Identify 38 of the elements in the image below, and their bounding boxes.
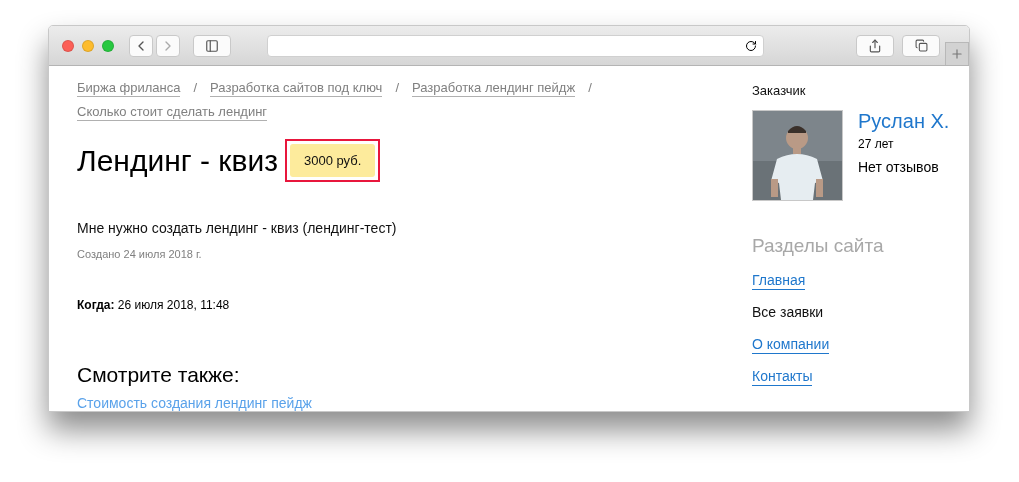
breadcrumb-link[interactable]: Сколько стоит сделать лендинг — [77, 103, 268, 121]
share-button[interactable] — [856, 34, 894, 57]
tabs-icon — [914, 39, 928, 52]
sidebar-icon — [205, 38, 219, 53]
breadcrumb-link[interactable]: Биржа фриланса — [77, 79, 181, 97]
tabs-button[interactable] — [902, 34, 940, 57]
nav-link[interactable]: Главная — [752, 271, 806, 290]
see-also-heading: Смотрите также: — [77, 363, 241, 387]
reload-icon[interactable] — [745, 39, 757, 52]
breadcrumb-separator: / — [193, 79, 198, 97]
price-tag: 3000 руб. — [289, 144, 376, 177]
minimize-button[interactable] — [82, 39, 94, 52]
forward-button[interactable] — [156, 34, 180, 57]
page-title: Лендинг - квиз — [77, 143, 278, 178]
breadcrumb-separator: / — [588, 79, 592, 97]
related-link[interactable]: Стоимость создания лендинг пейдж — [77, 395, 312, 411]
breadcrumb-separator: / — [395, 79, 400, 97]
customer-age: 27 лет — [858, 137, 895, 151]
customer-name-link[interactable]: Руслан Х. — [858, 110, 950, 133]
plus-icon — [950, 47, 964, 61]
zoom-button[interactable] — [102, 39, 114, 52]
close-button[interactable] — [62, 39, 74, 52]
nav-link[interactable]: Контакты — [752, 367, 813, 386]
sections-heading: Разделы сайта — [752, 235, 885, 257]
breadcrumb-link[interactable]: Разработка сайтов под ключ — [210, 79, 383, 97]
sidebar-button[interactable] — [193, 34, 231, 57]
back-button[interactable] — [129, 34, 153, 57]
created-date: Создано 24 июля 2018 г. — [77, 248, 203, 260]
address-field[interactable] — [267, 34, 764, 57]
customer-heading: Заказчик — [752, 83, 807, 98]
when-text: Когда: 26 июля 2018, 11:48 — [77, 298, 231, 312]
reviews-text: Нет отзывов — [858, 159, 940, 175]
share-icon — [868, 38, 882, 53]
new-tab-button[interactable] — [945, 42, 969, 65]
description-text: Мне нужно создать лендинг - квиз (лендинг-тест) — [77, 220, 398, 236]
nav-link[interactable]: О компании — [752, 335, 830, 354]
breadcrumb-link[interactable]: Разработка лендинг пейдж — [412, 79, 576, 97]
nav-link[interactable]: Все заявки — [752, 303, 824, 322]
